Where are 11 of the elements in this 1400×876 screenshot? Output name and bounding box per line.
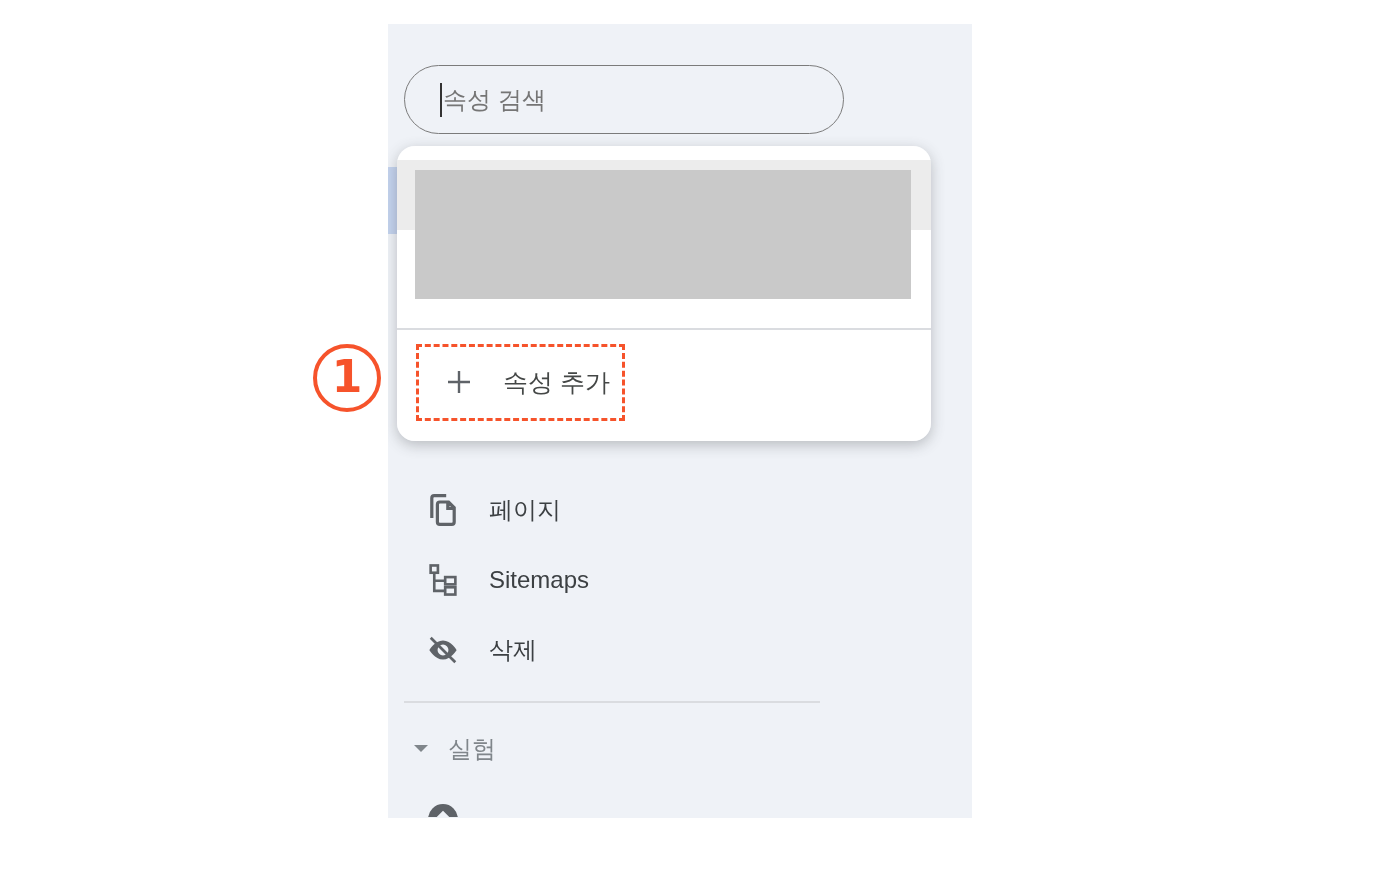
add-property-button[interactable]: 속성 추가	[419, 346, 622, 418]
pages-icon	[428, 494, 458, 526]
callout-number: 1	[313, 344, 381, 412]
eye-slash-icon	[428, 634, 458, 666]
nav-item[interactable]: Sitemaps	[388, 545, 972, 615]
active-row-edge	[388, 167, 397, 234]
nav-item[interactable]: 삭제	[388, 615, 972, 685]
search-field[interactable]: 속성 검색	[404, 65, 844, 134]
sitemap-icon	[428, 564, 458, 596]
plus-icon	[447, 370, 471, 394]
nav-item[interactable]: 페이지	[388, 475, 972, 545]
